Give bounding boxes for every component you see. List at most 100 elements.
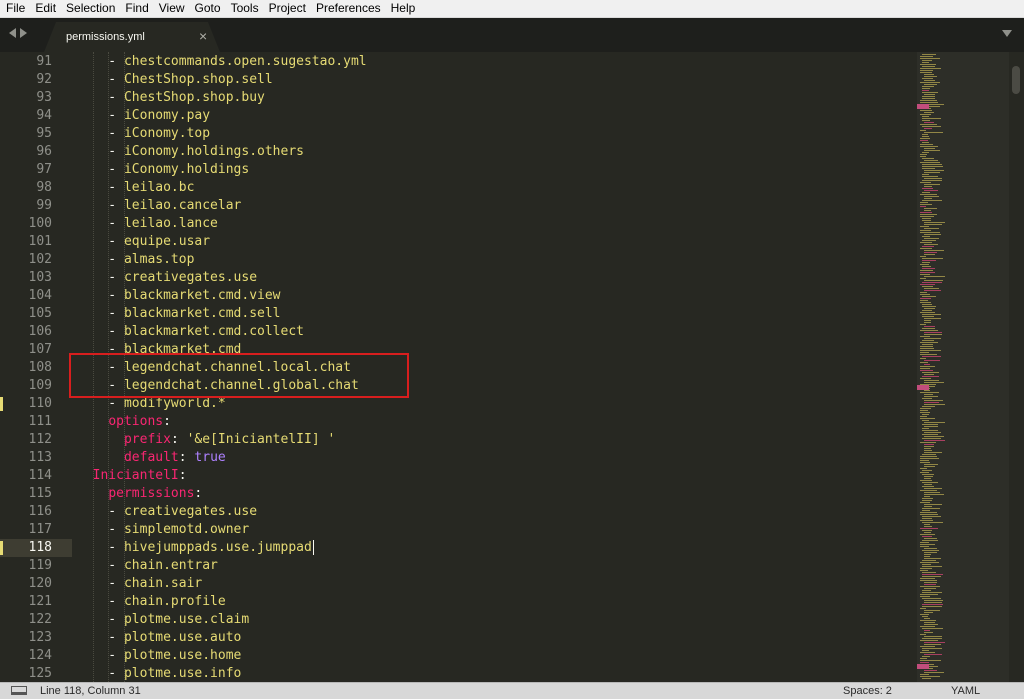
token-ind: - [77, 144, 124, 159]
line-number-gutter: 91 92 93 94 95 96 97 98 99 100 101 102 103 104 105 106 1… [0, 52, 72, 682]
code-line[interactable]: - leilao.lance [77, 215, 218, 233]
indentation-setting[interactable]: Spaces: 2 [843, 685, 892, 697]
token-plain: simplemotd.owner [123, 522, 250, 537]
code-line[interactable]: - iConomy.holdings [77, 161, 249, 179]
token-ind [77, 468, 93, 483]
line-number: 124 [28, 648, 52, 663]
menu-item-find[interactable]: Find [120, 0, 153, 17]
line-number: 106 [28, 324, 52, 339]
token-ind: - [77, 558, 124, 573]
code-line[interactable]: - equipe.usar [77, 233, 210, 251]
menu-item-goto[interactable]: Goto [190, 0, 226, 17]
menu-bar: File Edit Selection Find View Goto Tools Projec… [0, 0, 1024, 18]
tab-nav-arrows [9, 28, 27, 38]
code-line[interactable]: - iConomy.pay [77, 107, 210, 125]
code-line[interactable]: - chain.sair [77, 575, 202, 593]
token-colon: : [163, 414, 171, 429]
syntax-selector[interactable]: YAML [951, 685, 980, 697]
menu-item-edit[interactable]: Edit [30, 0, 61, 17]
line-number: 120 [28, 576, 52, 591]
code-line[interactable]: - hivejumppads.use.jumppad [77, 539, 314, 557]
code-line[interactable]: - iConomy.top [77, 125, 210, 143]
code-line[interactable]: IniciantelI: [77, 467, 187, 485]
code-line[interactable]: - leilao.bc [77, 179, 194, 197]
line-number: 115 [28, 486, 52, 501]
code-line[interactable]: - leilao.cancelar [77, 197, 241, 215]
code-line[interactable]: default: true [77, 449, 226, 467]
token-colon: : [170, 432, 187, 447]
vertical-scrollbar[interactable] [1009, 52, 1024, 682]
token-plain: plotme.use.claim [123, 612, 250, 627]
cursor-position: Line 118, Column 31 [40, 685, 141, 697]
code-line[interactable]: - blackmarket.cmd.sell [77, 305, 281, 323]
token-plain: creativegates.use [123, 504, 258, 519]
tab-close-icon[interactable]: × [199, 28, 207, 44]
code-line[interactable]: permissions: [77, 485, 202, 503]
menu-item-file[interactable]: File [0, 0, 30, 17]
token-ind: - [77, 540, 124, 555]
code-line[interactable]: - blackmarket.cmd.collect [77, 323, 304, 341]
code-line[interactable]: - plotme.use.claim [77, 611, 249, 629]
token-ind: - [77, 288, 124, 303]
token-plain: '&e[IniciantelII] ' [186, 432, 336, 447]
minimap[interactable] [917, 52, 1009, 682]
line-number: 114 [28, 468, 52, 483]
editor-area[interactable]: 91 92 93 94 95 96 97 98 99 100 101 102 103 104 105 106 1… [0, 52, 1024, 682]
token-ind: - [77, 666, 124, 681]
code-line[interactable]: - plotme.use.home [77, 647, 241, 665]
code-line[interactable]: - creativegates.use [77, 269, 257, 287]
code-line[interactable]: - almas.top [77, 251, 194, 269]
token-ind: - [77, 126, 124, 141]
tab-left-arrow-icon[interactable] [9, 28, 16, 38]
token-colon: : [194, 486, 203, 501]
menu-item-view[interactable]: View [154, 0, 190, 17]
code-line[interactable]: prefix: '&e[IniciantelII] ' [77, 431, 335, 449]
line-number: 110 [28, 396, 52, 411]
code-line[interactable]: - simplemotd.owner [77, 521, 249, 539]
tab-dropdown-icon[interactable] [1002, 30, 1012, 37]
token-plain: leilao.lance [123, 216, 218, 231]
line-number: 121 [28, 594, 52, 609]
tab-permissions-yml[interactable]: permissions.yml × [44, 22, 220, 52]
line-number: 101 [28, 234, 52, 249]
line-number: 96 [36, 144, 52, 159]
code-line[interactable]: - iConomy.holdings.others [77, 143, 304, 161]
token-plain: chain.sair [123, 576, 203, 591]
code-line[interactable]: - chain.profile [77, 593, 225, 611]
menu-item-project[interactable]: Project [264, 0, 311, 17]
menu-item-help[interactable]: Help [386, 0, 421, 17]
token-plain: plotme.use.home [123, 648, 242, 663]
code-line[interactable]: - ChestShop.shop.buy [77, 89, 265, 107]
code-line[interactable]: - ChestShop.shop.sell [77, 71, 272, 89]
token-key: default [123, 450, 179, 465]
token-plain: blackmarket.cmd.sell [123, 306, 281, 321]
text-cursor [312, 540, 314, 555]
annotation-highlight-box [69, 353, 409, 398]
code-line[interactable]: - plotme.use.auto [77, 629, 241, 647]
menu-item-preferences[interactable]: Preferences [311, 0, 386, 17]
status-bar: Line 118, Column 31 Spaces: 2 YAML [0, 682, 1024, 699]
code-line[interactable]: - blackmarket.cmd.view [77, 287, 280, 305]
line-number: 113 [28, 450, 52, 465]
token-plain: hivejumppads.use.jumppad [123, 540, 312, 555]
line-number: 94 [36, 108, 52, 123]
code-line[interactable]: options: [77, 413, 171, 431]
code-line[interactable]: - creativegates.use [77, 503, 257, 521]
minimap-viewport[interactable] [917, 52, 1009, 682]
token-ind: - [77, 270, 124, 285]
line-number: 105 [28, 306, 52, 321]
token-ind: - [77, 396, 124, 411]
menu-item-tools[interactable]: Tools [226, 0, 264, 17]
panel-toggle-icon[interactable] [11, 686, 27, 695]
token-ind: - [77, 522, 124, 537]
menu-item-selection[interactable]: Selection [61, 0, 120, 17]
scrollbar-thumb[interactable] [1012, 66, 1020, 94]
line-number: 117 [28, 522, 52, 537]
token-ind: - [77, 252, 124, 267]
code-line[interactable]: - plotme.use.info [77, 665, 241, 682]
token-ind: - [77, 648, 124, 663]
code-line[interactable]: - chain.entrar [77, 557, 218, 575]
token-plain: creativegates.use [123, 270, 258, 285]
code-line[interactable]: - chestcommands.open.sugestao.yml [77, 53, 366, 71]
tab-right-arrow-icon[interactable] [20, 28, 27, 38]
